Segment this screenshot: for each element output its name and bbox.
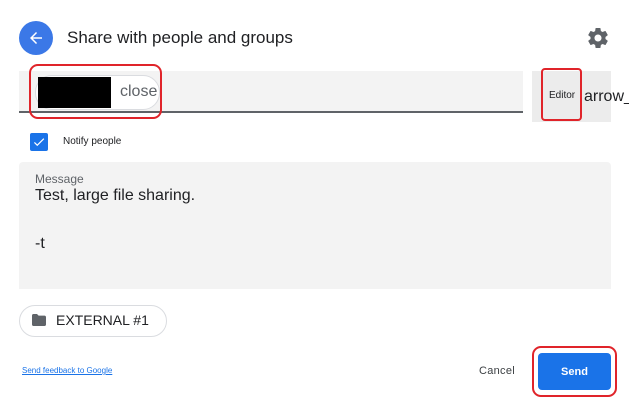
dropdown-arrow-text: arrow_drop_down (584, 88, 629, 105)
back-button[interactable] (19, 21, 53, 55)
highlight-outline-recipient (29, 64, 162, 119)
message-textarea[interactable] (19, 162, 611, 289)
settings-button[interactable] (586, 26, 610, 50)
check-icon (33, 138, 45, 147)
dialog-title: Share with people and groups (67, 28, 293, 47)
folder-icon (31, 313, 47, 327)
highlight-outline-send (532, 346, 617, 397)
notify-checkbox[interactable] (30, 133, 48, 151)
message-label: Message (35, 172, 84, 186)
message-text-line: Test, large file sharing. (35, 187, 196, 204)
gear-icon (588, 27, 608, 48)
message-text-line: -t (35, 235, 45, 252)
highlight-outline-role (541, 68, 582, 121)
send-feedback-link[interactable]: Send feedback to Google (22, 366, 112, 376)
arrow-back-icon (30, 32, 42, 44)
notify-label: Notify people (63, 136, 122, 147)
cancel-button[interactable]: Cancel (470, 357, 524, 385)
external-chip-label: EXTERNAL #1 (56, 312, 149, 328)
